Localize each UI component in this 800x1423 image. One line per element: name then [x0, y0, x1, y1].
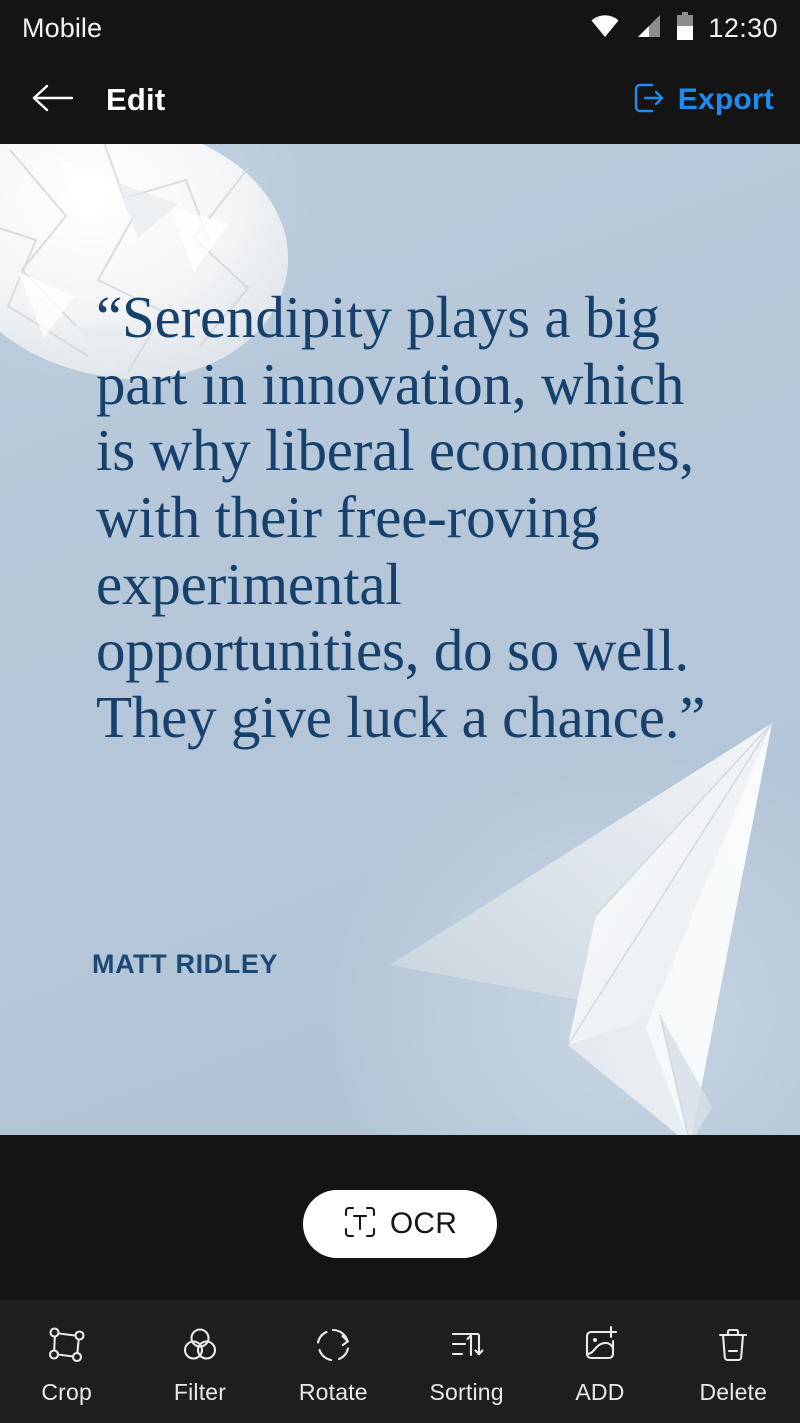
toolbar-label-crop: Crop: [41, 1379, 92, 1405]
cellular-signal-icon: [634, 13, 662, 44]
page-title: Edit: [106, 82, 166, 117]
toolbar-item-add[interactable]: ADD: [533, 1322, 666, 1406]
toolbar-label-rotate: Rotate: [298, 1379, 368, 1405]
toolbar-item-sorting[interactable]: Sorting: [400, 1322, 533, 1406]
toolbar-label-add: ADD: [575, 1379, 625, 1405]
paper-plane-illustration: [390, 722, 773, 1135]
status-bar: Mobile 12:30: [0, 0, 800, 56]
export-icon: [632, 81, 666, 120]
toolbar-item-crop[interactable]: Crop: [0, 1322, 133, 1406]
edit-toolbar: Crop Filter Rotate Sorting ADD Delete: [0, 1300, 800, 1423]
add-image-icon: [577, 1322, 623, 1368]
trash-icon: [710, 1322, 756, 1368]
clock-label: 12:30: [708, 12, 778, 43]
rotate-icon: [310, 1322, 356, 1368]
ocr-label: OCR: [389, 1207, 458, 1240]
color-filter-icon: [177, 1322, 223, 1368]
crop-nodes-icon: [44, 1322, 90, 1368]
toolbar-label-filter: Filter: [173, 1379, 227, 1405]
text-scan-icon: [343, 1205, 377, 1244]
toolbar-item-rotate[interactable]: Rotate: [267, 1322, 400, 1406]
toolbar-item-filter[interactable]: Filter: [133, 1322, 266, 1406]
toolbar-item-delete[interactable]: Delete: [667, 1322, 800, 1406]
toolbar-label-delete: Delete: [699, 1379, 768, 1405]
carrier-label: Mobile: [22, 12, 103, 43]
quote-author: MATT RIDLEY: [92, 949, 279, 979]
edit-screen: Mobile 12:30 Edit Export “Serendipity pl…: [0, 0, 800, 1423]
quote-text: “Serendipity plays a big part in innovat…: [96, 284, 706, 750]
app-bar: Edit Export: [0, 56, 800, 144]
arrow-left-icon: [30, 81, 74, 120]
back-button[interactable]: [26, 74, 78, 126]
battery-icon: [676, 11, 694, 45]
ocr-button[interactable]: OCR: [303, 1190, 497, 1258]
photo-preview[interactable]: “Serendipity plays a big part in innovat…: [0, 144, 800, 1135]
export-button[interactable]: Export: [632, 81, 774, 120]
toolbar-label-sorting: Sorting: [429, 1379, 504, 1405]
status-icons: 12:30: [590, 11, 778, 45]
sort-icon: [444, 1322, 490, 1368]
wifi-icon: [590, 13, 620, 44]
export-label: Export: [677, 83, 774, 116]
